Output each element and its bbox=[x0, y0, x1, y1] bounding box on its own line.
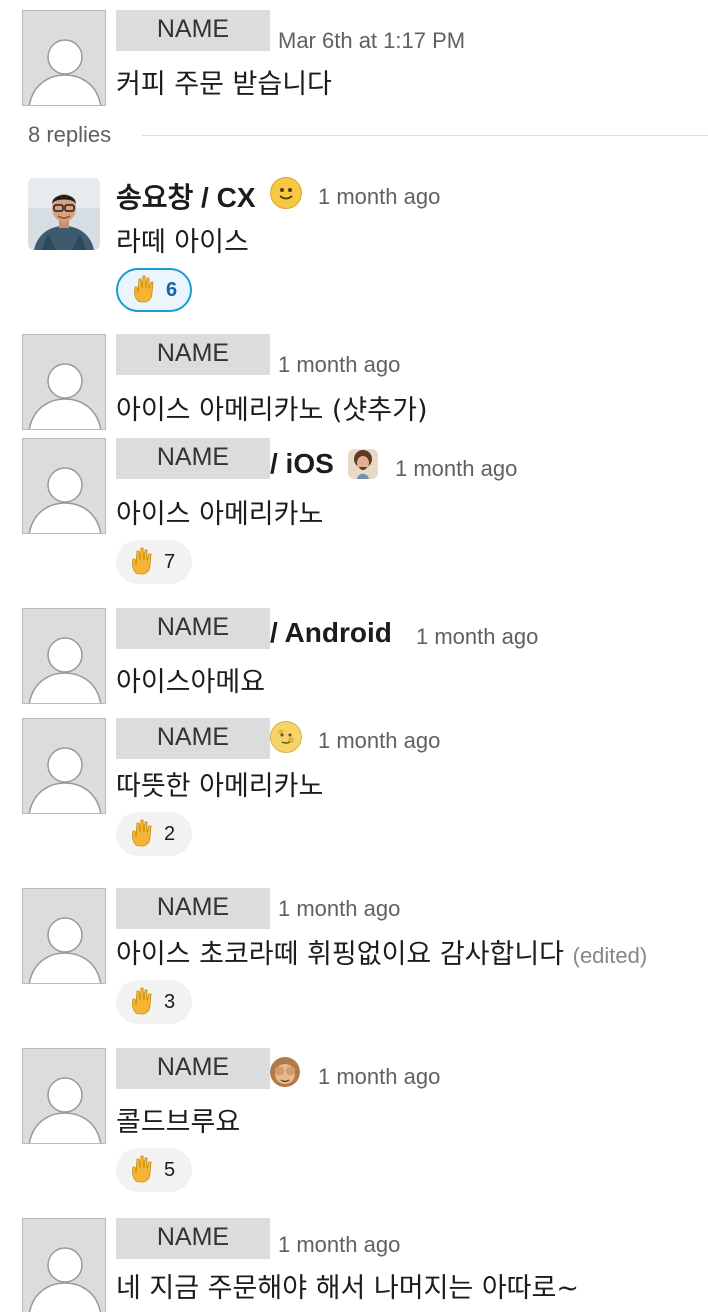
sender-name[interactable]: NAME bbox=[116, 1048, 270, 1089]
default-user-icon bbox=[28, 637, 102, 703]
see-no-evil-monkey-icon bbox=[270, 1057, 300, 1087]
message-text: 콜드브루요 bbox=[116, 1107, 241, 1138]
timestamp[interactable]: 1 month ago bbox=[318, 1064, 440, 1090]
sender-name[interactable]: 송요창 / CX bbox=[116, 176, 256, 216]
avatar[interactable] bbox=[22, 1048, 106, 1144]
default-user-icon bbox=[28, 39, 102, 105]
full-moon-with-face-icon bbox=[270, 721, 302, 753]
replies-count: 8 replies bbox=[28, 122, 112, 147]
timestamp[interactable]: 1 month ago bbox=[278, 1232, 400, 1258]
raised-hand-icon bbox=[128, 545, 158, 580]
timestamp[interactable]: Mar 6th at 1:17 PM bbox=[278, 28, 465, 54]
timestamp[interactable]: 1 month ago bbox=[278, 896, 400, 922]
reaction-pill[interactable]: 7 bbox=[116, 540, 192, 584]
raised-hand-icon bbox=[128, 1153, 158, 1188]
avatar[interactable] bbox=[22, 608, 106, 704]
replies-divider bbox=[142, 135, 708, 136]
message-text: 커피 주문 받습니다 bbox=[116, 69, 332, 100]
sender-name[interactable]: NAME bbox=[116, 1218, 270, 1259]
raised-hand-icon bbox=[130, 273, 160, 308]
avatar[interactable] bbox=[28, 178, 100, 250]
thread-view: NAME Mar 6th at 1:17 PM 커피 주문 받습니다 8 rep… bbox=[0, 0, 708, 1312]
timestamp[interactable]: 1 month ago bbox=[318, 184, 440, 210]
raised-hand-icon bbox=[128, 985, 158, 1020]
sender-name[interactable]: NAME bbox=[116, 888, 270, 929]
edited-label: (edited) bbox=[572, 943, 648, 968]
reaction-pill[interactable]: 2 bbox=[116, 812, 192, 856]
reaction-pill[interactable]: 6 bbox=[116, 268, 192, 312]
message-body: 아이스 초코라떼 휘핑없이요 감사합니다 bbox=[116, 939, 565, 970]
avatar[interactable] bbox=[22, 1218, 106, 1312]
message-text: 아이스 초코라떼 휘핑없이요 감사합니다 (edited) bbox=[116, 932, 647, 971]
sender-name[interactable]: NAME bbox=[116, 10, 270, 51]
sender-name-suffix[interactable]: / Android bbox=[270, 617, 392, 649]
default-user-icon bbox=[28, 747, 102, 813]
sender-name[interactable]: NAME bbox=[116, 438, 270, 479]
avatar[interactable] bbox=[22, 888, 106, 984]
timestamp[interactable]: 1 month ago bbox=[318, 728, 440, 754]
avatar[interactable] bbox=[22, 10, 106, 106]
timestamp[interactable]: 1 month ago bbox=[278, 352, 400, 378]
reaction-count: 6 bbox=[166, 278, 178, 301]
timestamp[interactable]: 1 month ago bbox=[416, 624, 538, 650]
reaction-count: 5 bbox=[164, 1158, 176, 1181]
message-text: 네 지금 주문해야 해서 나머지는 아따로~ bbox=[116, 1273, 579, 1304]
default-user-icon bbox=[28, 467, 102, 533]
message-text: 아이스아메요 bbox=[116, 667, 266, 698]
sender-name-suffix[interactable]: / iOS bbox=[270, 448, 334, 480]
bob-ross-icon bbox=[348, 449, 378, 479]
sender-name[interactable]: NAME bbox=[116, 608, 270, 649]
timestamp[interactable]: 1 month ago bbox=[395, 456, 517, 482]
default-user-icon bbox=[28, 917, 102, 983]
message-text: 아이스 아메리카노 bbox=[116, 499, 324, 530]
default-user-icon bbox=[28, 1077, 102, 1143]
raised-hand-icon bbox=[128, 817, 158, 852]
default-user-icon bbox=[28, 363, 102, 429]
reaction-pill[interactable]: 3 bbox=[116, 980, 192, 1024]
reaction-count: 3 bbox=[164, 990, 176, 1013]
sender-name[interactable]: NAME bbox=[116, 334, 270, 375]
default-user-icon bbox=[28, 1247, 102, 1312]
message-text: 따뜻한 아메리카노 bbox=[116, 771, 324, 802]
sender-name[interactable]: NAME bbox=[116, 718, 270, 759]
avatar[interactable] bbox=[22, 438, 106, 534]
slightly-smiling-face-icon bbox=[270, 177, 302, 209]
message-text: 아이스 아메리카노 (샷추가) bbox=[116, 395, 428, 426]
user-photo-icon bbox=[28, 178, 100, 250]
reaction-count: 7 bbox=[164, 550, 176, 573]
reaction-pill[interactable]: 5 bbox=[116, 1148, 192, 1192]
message-text: 라떼 아이스 bbox=[116, 227, 249, 258]
avatar[interactable] bbox=[22, 718, 106, 814]
reaction-count: 2 bbox=[164, 822, 176, 845]
avatar[interactable] bbox=[22, 334, 106, 430]
